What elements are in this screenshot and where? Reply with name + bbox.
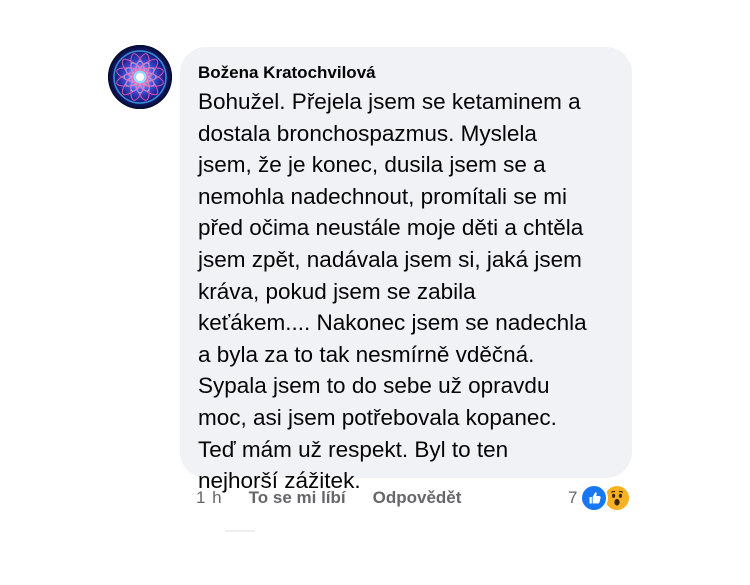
reactions-summary[interactable]: 7 xyxy=(568,484,632,512)
comment-bubble: Božena Kratochvilová Bohužel. Přejela js… xyxy=(180,47,632,493)
like-icon xyxy=(580,484,609,512)
comment-author[interactable]: Božena Kratochvilová xyxy=(198,62,612,84)
comment-text: Bohužel. Přejela jsem se ketaminem a dos… xyxy=(198,89,587,494)
divider xyxy=(225,530,255,532)
comment-screenshot: Božena Kratochvilová Bohužel. Přejela js… xyxy=(0,0,750,585)
reply-button[interactable]: Odpovědět xyxy=(373,488,462,508)
like-button[interactable]: To se mi líbí xyxy=(249,488,346,508)
comment-actions: 1 h To se mi líbí Odpovědět xyxy=(196,486,488,510)
mandala-avatar-image xyxy=(108,45,172,109)
comment-timestamp[interactable]: 1 h xyxy=(196,488,223,508)
avatar[interactable] xyxy=(108,45,172,109)
reaction-count: 7 xyxy=(568,488,578,507)
